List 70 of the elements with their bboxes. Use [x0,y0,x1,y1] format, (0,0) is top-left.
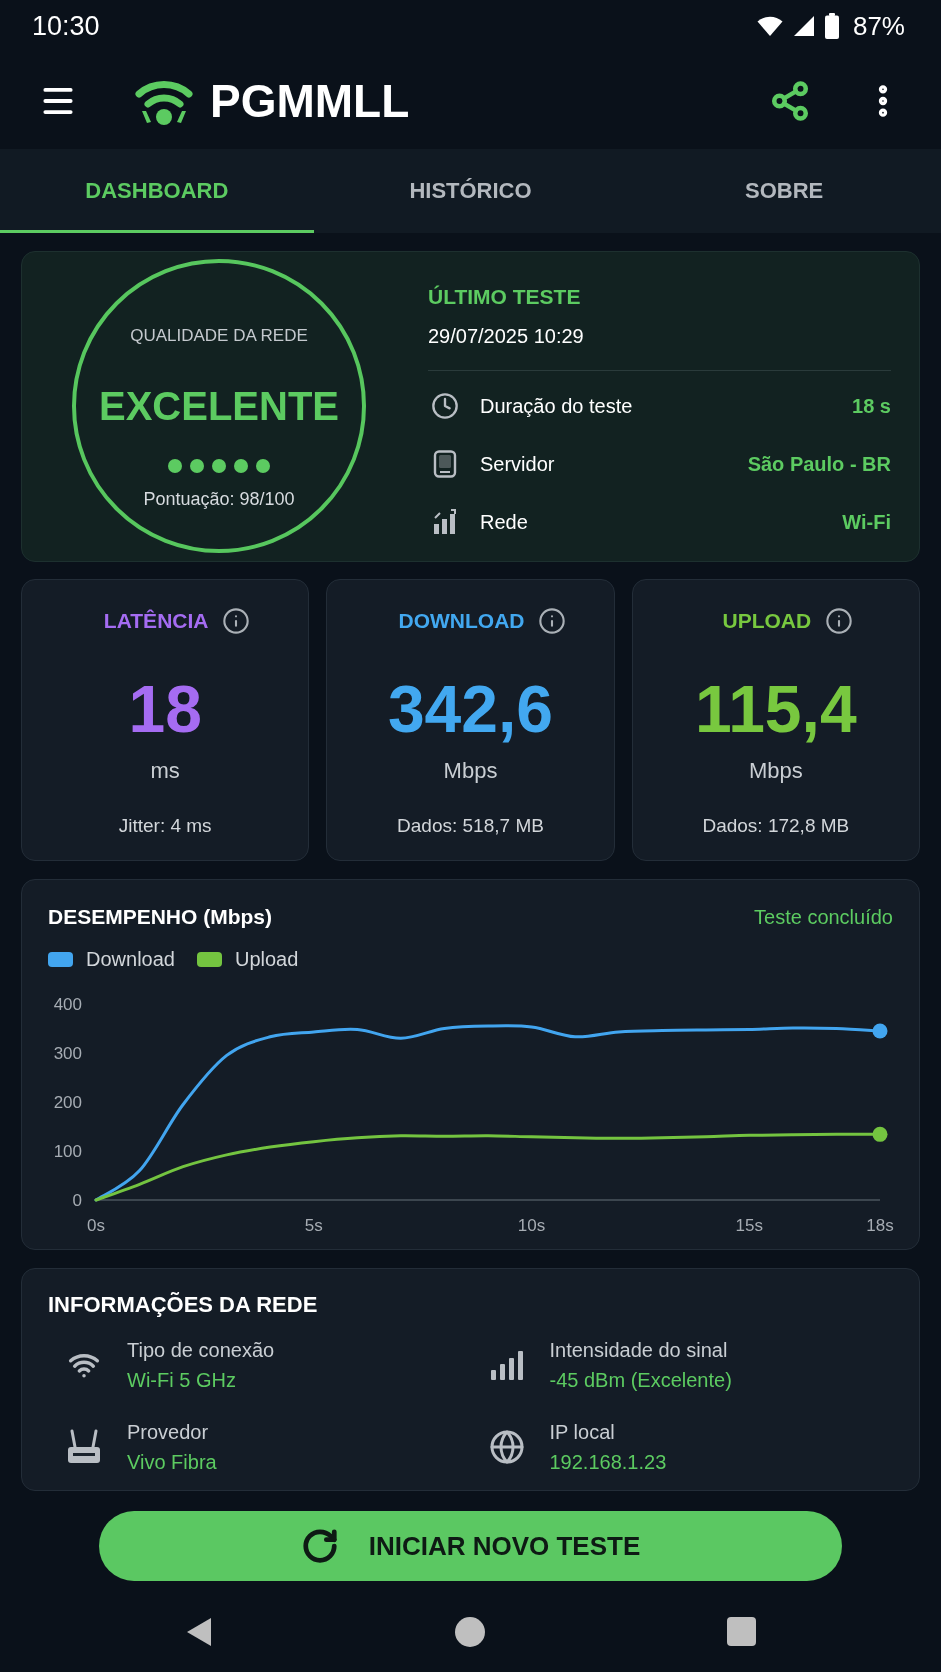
metric-detail: Jitter: 4 ms [118,814,212,838]
metric-title: DOWNLOAD [398,608,525,634]
y-tick-label: 200 [53,1093,82,1112]
tab[interactable]: DASHBOARD [0,149,314,233]
x-tick-label: 0s [87,1216,105,1235]
refresh-icon [300,1527,339,1565]
metric-title: LATÊNCIA [103,608,209,634]
quality-rating: EXCELENTE [98,383,339,429]
detail-label: Rede [480,510,528,534]
info-icon[interactable] [825,607,854,635]
info-label: Intensidade do sinal [549,1338,729,1362]
network-info-title: INFORMAÇÕES DA REDE [48,1292,319,1318]
quality-score: Pontuação: 98/100 [143,488,295,510]
metric-title: UPLOAD [722,608,812,634]
clock-icon [431,392,459,420]
info-value: 192.168.1.23 [549,1450,667,1474]
info-value: -45 dBm (Excelente) [549,1368,732,1392]
info-icon[interactable] [222,607,251,635]
legend-label: Download [86,947,175,971]
metric-value: 18 [128,671,202,747]
x-tick-label: 15s [735,1216,764,1235]
detail-value: São Paulo - BR [747,452,891,476]
y-tick-label: 400 [53,995,82,1014]
y-tick-label: 300 [53,1044,82,1063]
info-label: Provedor [127,1420,210,1444]
app-title: PGMMLL [210,73,410,128]
cell-signal-icon [792,15,815,37]
tab[interactable]: SOBRE [627,149,941,233]
legend-label: Upload [234,947,299,971]
quality-caption: QUALIDADE DA REDE [130,325,308,347]
line-end-point [872,1023,888,1039]
y-tick-label: 100 [53,1142,82,1161]
last-test-title: ÚLTIMO TESTE [428,284,582,310]
battery-percent: 87% [852,10,905,42]
y-tick-label: 0 [72,1191,82,1210]
info-value: Vivo Fibra [127,1450,217,1474]
x-tick-label: 5s [304,1216,323,1235]
detail-label: Duração do teste [480,394,633,418]
info-label: IP local [549,1420,616,1444]
last-test-datetime: 29/07/2025 10:29 [428,324,585,348]
info-icon[interactable] [538,607,567,635]
detail-label: Servidor [480,452,555,476]
chart-title: DESEMPENHO (Mbps) [48,904,272,930]
start-test-button[interactable]: INICIAR NOVO TESTE [99,1511,842,1581]
wifi-signal-icon [756,15,783,37]
tab[interactable]: HISTÓRICO [313,149,628,233]
detail-value: Wi-Fi [842,510,891,534]
x-tick-label: 10s [517,1216,546,1235]
back-icon[interactable] [185,1616,213,1647]
metric-unit: Mbps [443,757,498,785]
line-end-point [872,1126,888,1142]
metric-unit: ms [150,757,180,785]
info-value: Wi-Fi 5 GHz [127,1368,237,1392]
router-icon [67,1429,101,1465]
metric-unit: Mbps [748,757,803,785]
home-icon[interactable] [455,1616,485,1647]
metric-detail: Dados: 518,7 MB [397,814,544,838]
info-label: Tipo de conexão [127,1338,275,1362]
network-bars-icon [432,509,458,535]
x-tick-label: 18s [866,1216,894,1235]
signal-bars-icon [489,1350,524,1380]
detail-value: 18 s [852,394,891,418]
metric-value: 115,4 [695,671,857,747]
test-status: Teste concluído [754,905,893,930]
share-icon[interactable] [769,79,811,122]
metric-value: 342,6 [387,671,554,747]
metric-detail: Dados: 172,8 MB [702,814,850,838]
device-icon [432,450,458,478]
battery-icon [824,13,839,39]
status-time: 10:30 [32,10,100,42]
